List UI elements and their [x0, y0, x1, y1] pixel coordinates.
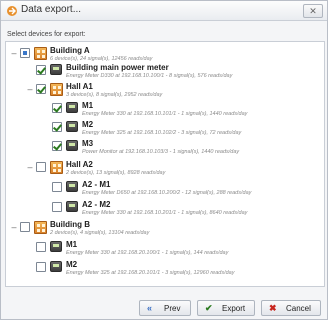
data-export-dialog: Data export... ✕ Select devices for expo… — [0, 0, 328, 320]
building-icon — [50, 161, 63, 174]
tree-item-name: M2 — [66, 260, 78, 269]
window-title: Data export... — [21, 4, 82, 15]
window-close-button[interactable]: ✕ — [303, 4, 323, 18]
collapse-arrow-icon[interactable]: – — [26, 163, 34, 172]
tree-item-name: M1 — [66, 240, 78, 249]
tree-item-details: 2 device(s), 4 signal(s), 13104 reads/da… — [50, 230, 150, 236]
checkbox[interactable] — [52, 103, 62, 113]
tree-item-name: Hall A2 — [66, 160, 93, 169]
tree-item-name: M3 — [82, 139, 94, 148]
prev-button[interactable]: « Prev — [139, 300, 191, 316]
double-left-arrow-icon: « — [147, 303, 153, 313]
tree-item-name: Building main power meter — [66, 63, 169, 72]
checkbox[interactable] — [52, 141, 62, 151]
checkbox[interactable] — [52, 122, 62, 132]
tree-row-b-m2[interactable]: M2 Energy Meter 325 at 192.168.20.101/1 … — [10, 260, 322, 282]
tree-item-details: 3 device(s), 8 signal(s), 2952 reads/day — [66, 92, 163, 98]
tree-item-name: M2 — [82, 120, 94, 129]
checkbox[interactable] — [20, 48, 30, 58]
checkbox[interactable] — [20, 222, 30, 232]
tree-item-details: Energy Meter D330 at 192.168.10.100/1 - … — [66, 73, 233, 79]
tree-item-name: A2 - M1 — [82, 180, 111, 189]
tree-item-name: M1 — [82, 101, 94, 110]
tree-row-b-m1[interactable]: M1 Energy Meter 330 at 192.168.20.100/1 … — [10, 240, 322, 262]
tree-item-details: 6 device(s), 24 signal(s), 12456 reads/d… — [50, 56, 153, 62]
cross-icon: ✖ — [269, 303, 277, 313]
cancel-button[interactable]: ✖ Cancel — [261, 300, 321, 316]
dialog-footer: « Prev ✔ Export ✖ Cancel — [1, 291, 327, 321]
title-bar: Data export... ✕ — [1, 1, 327, 21]
meter-icon — [66, 102, 78, 113]
meter-icon — [66, 181, 78, 192]
tree-row-hall-a2[interactable]: – Hall A2 2 device(s), 13 signal(s), 892… — [10, 160, 322, 182]
device-tree: – Building A 6 device(s), 24 signal(s), … — [5, 41, 325, 287]
checkbox[interactable] — [36, 262, 46, 272]
meter-icon — [50, 241, 62, 252]
tree-row-a2-m2[interactable]: A2 - M2 Energy Meter 330 at 192.168.10.2… — [10, 200, 322, 222]
tree-item-name: A2 - M2 — [82, 200, 111, 209]
checkbox[interactable] — [52, 182, 62, 192]
tree-row-a1-m3[interactable]: M3 Power Monitor at 192.168.10.103/3 - 1… — [10, 139, 322, 161]
meter-icon — [50, 64, 62, 75]
collapse-arrow-icon[interactable]: – — [10, 223, 18, 232]
building-icon — [34, 47, 47, 60]
tree-item-name: Building A — [50, 46, 90, 55]
select-devices-label: Select devices for export: — [7, 31, 86, 38]
tree-item-details: Energy Meter 325 at 192.168.20.101/1 - 3… — [66, 270, 235, 276]
tree-item-name: Building B — [50, 220, 90, 229]
tree-item-details: Energy Meter 325 at 192.168.10.102/2 - 3… — [82, 130, 242, 136]
tree-item-name: Hall A1 — [66, 82, 93, 91]
tree-row-building-b[interactable]: – Building B 2 device(s), 4 signal(s), 1… — [10, 220, 322, 242]
tree-row-a2-m1[interactable]: A2 - M1 Energy Meter D650 at 192.168.10.… — [10, 180, 322, 202]
checkbox[interactable] — [36, 242, 46, 252]
tree-item-details: Energy Meter 330 at 192.168.10.101/1 - 1… — [82, 111, 248, 117]
collapse-arrow-icon[interactable]: – — [10, 49, 18, 58]
meter-icon — [66, 121, 78, 132]
tree-item-details: Power Monitor at 192.168.10.103/3 - 1 si… — [82, 149, 240, 155]
export-app-icon — [7, 6, 17, 16]
check-icon: ✔ — [205, 303, 213, 313]
building-icon — [34, 221, 47, 234]
export-button-label: Export — [222, 304, 246, 313]
checkbox[interactable] — [52, 202, 62, 212]
meter-icon — [66, 201, 78, 212]
export-button[interactable]: ✔ Export — [197, 300, 255, 316]
checkbox[interactable] — [36, 84, 46, 94]
collapse-arrow-icon[interactable]: – — [26, 85, 34, 94]
tree-item-details: Energy Meter 330 at 192.168.10.201/1 - 1… — [82, 210, 248, 216]
meter-icon — [66, 140, 78, 151]
tree-item-details: Energy Meter 330 at 192.168.20.100/1 - 1… — [66, 250, 229, 256]
meter-icon — [50, 261, 62, 272]
checkbox[interactable] — [36, 162, 46, 172]
checkbox[interactable] — [36, 65, 46, 75]
cancel-button-label: Cancel — [286, 304, 311, 313]
tree-item-details: Energy Meter D650 at 192.168.10.200/2 - … — [82, 190, 252, 196]
tree-item-details: 2 device(s), 13 signal(s), 8928 reads/da… — [66, 170, 166, 176]
building-icon — [50, 83, 63, 96]
prev-button-label: Prev — [164, 304, 181, 313]
